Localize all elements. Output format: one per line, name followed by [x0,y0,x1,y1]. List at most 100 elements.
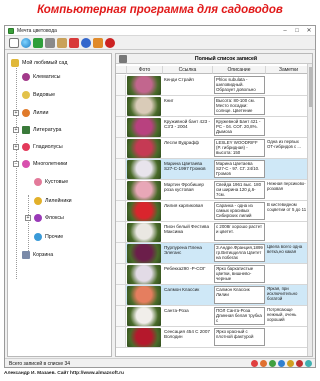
calendar-icon[interactable] [69,38,79,48]
row-selector[interactable] [116,222,126,242]
expand-lilies[interactable]: + [13,110,19,116]
row-selector[interactable] [116,75,126,95]
panel-header: Полный список записей [116,54,312,64]
close-window-button[interactable]: ✕ [306,27,312,35]
record-note: В кистевидном соцветии от 5 до 11 [267,202,307,212]
record-description: LESLEY WOODRIFF (P. гибридная) - высота:… [214,139,265,157]
tree-root[interactable]: Мой любимый сад [11,58,67,67]
row-selector[interactable] [116,117,126,137]
last-record-icon[interactable] [278,360,285,367]
flower-photo[interactable] [127,307,161,326]
table-row[interactable]: Лилия карликовая Саранка - одна из самых … [116,201,312,222]
column-header-notes[interactable]: Заметки [266,66,312,74]
tree-item-trash[interactable]: Корзина [22,250,53,259]
flower-photo[interactable] [127,118,161,137]
flower-photo[interactable] [127,286,161,305]
record-link[interactable]: Кенди Страйп [164,77,212,95]
expand-gladiolus[interactable]: + [13,144,19,150]
tools-icon[interactable] [57,38,67,48]
record-link[interactable]: Пион белый Фестива Максима [164,224,212,242]
row-selector[interactable] [116,138,126,158]
tree-item-lilies[interactable]: Лилии [22,108,48,117]
tree-item-gladiolus[interactable]: Гладиолусы [22,142,63,151]
record-link[interactable]: Книг [164,98,212,116]
record-link[interactable]: Санта-Роза [164,308,212,326]
tree-item-species[interactable]: Видовые [22,90,55,99]
row-selector[interactable] [116,243,126,263]
delete-record-icon[interactable] [296,360,303,367]
table-row[interactable]: Сенсация 454 С 2007 Володин Ярко красный … [116,327,312,348]
flower-photo[interactable] [127,139,161,158]
table-row[interactable]: Санта-Роза ПОЛ Санта-Роза Длинная белая т… [116,306,312,327]
flower-photo[interactable] [127,223,161,242]
row-selector[interactable] [116,327,126,347]
info-icon[interactable] [81,38,91,48]
first-record-icon[interactable] [251,360,258,367]
globe-icon[interactable] [21,38,31,48]
table-row[interactable]: Круживной бант 423 - С3'3 - 2004 Кружевно… [116,117,312,138]
flower-photo[interactable] [127,181,161,200]
record-link[interactable]: Лилия карликовая [164,203,212,221]
row-selector[interactable] [116,180,126,200]
record-link[interactable]: Круживной бант 423 - С3'3 - 2004 [164,119,212,137]
row-selector[interactable] [116,201,126,221]
tree-item-other[interactable]: Прочие [34,232,63,241]
tree-item-shrubs[interactable]: Кустовые [34,177,68,186]
record-note [267,76,307,94]
record-link[interactable]: Лесли Вудрафф [164,140,212,158]
table-row[interactable]: Книг Высота: 80-100 см. Место посадки: со… [116,96,312,117]
table-row[interactable]: Лесли Вудрафф LESLEY WOODRIFF (P. гибридн… [116,138,312,159]
record-description: Свейда 1961 выс. 180 см ширина 120 д.6-7… [214,181,265,199]
scrollbar-thumb[interactable] [309,67,312,107]
close-icon[interactable] [105,38,115,48]
record-link[interactable]: Мартин Фробишер роза кустовая [164,182,212,200]
column-header-description[interactable]: Описание [213,66,266,74]
row-selector[interactable] [116,306,126,326]
expand-phlox[interactable]: + [25,215,31,221]
maximize-button[interactable]: □ [294,27,300,35]
flower-photo[interactable] [127,76,161,95]
prev-record-icon[interactable] [260,360,267,367]
row-selector[interactable] [116,285,126,305]
row-selector[interactable] [116,159,126,179]
record-note: Яркая, при исключительно богатой [267,286,298,301]
record-link[interactable]: Пурпурена Плена Элеганс [164,245,212,263]
tree-item-daylilies[interactable]: Лилейники [34,196,72,205]
table-row[interactable]: Салмон Классик Салмон Классик Лилии Яркая,… [116,285,312,306]
flower-photo[interactable] [127,97,161,116]
record-link[interactable]: Салмон Классик [164,287,212,305]
edit-record-icon[interactable] [305,360,312,367]
tree-item-phlox[interactable]: Флоксы [34,213,64,222]
record-link[interactable]: Ребекка290 -Р-СОГ [164,266,212,284]
table-row[interactable]: Пурпурена Плена Элеганс З.Андре.Франция,1… [116,243,312,264]
photo-icon[interactable] [93,38,103,48]
add-record-icon[interactable] [287,360,294,367]
new-icon[interactable] [9,38,19,48]
print-icon[interactable] [45,38,55,48]
table-row[interactable]: Ребекка290 -Р-СОГ Ярко бархатистые цветки… [116,264,312,285]
flower-photo[interactable] [127,244,161,263]
column-header-link[interactable]: Ссылка [163,66,213,74]
flower-photo[interactable] [127,202,161,221]
row-selector[interactable] [116,96,126,116]
next-record-icon[interactable] [269,360,276,367]
expand-literature[interactable]: + [13,127,19,133]
table-row[interactable]: Кенди Страйп Phlox subulata - шиловидный.… [116,75,312,96]
column-header-photo[interactable]: Фото [127,66,163,74]
table-row[interactable]: Марина Цветаева S27-С-1997 Громов Марина … [116,159,312,180]
tree-item-literature[interactable]: Литература [22,125,62,134]
record-link[interactable]: Марина Цветаева S27-С-1997 Громов [164,161,212,179]
table-row[interactable]: Пион белый Фестива Максима с 2008г хорошо… [116,222,312,243]
row-selector[interactable] [116,264,126,284]
book-icon[interactable] [33,38,43,48]
vertical-scrollbar[interactable] [307,64,312,356]
flower-photo[interactable] [127,265,161,284]
tree-item-clematis[interactable]: Клематисы [22,72,60,81]
record-link[interactable]: Сенсация 454 С 2007 Володин [164,329,212,347]
tree-item-perennials[interactable]: Многолетники [22,159,67,168]
flower-photo[interactable] [127,328,161,347]
collapse-perennials[interactable]: − [13,161,19,167]
minimize-button[interactable]: – [282,27,288,35]
table-row[interactable]: Мартин Фробишер роза кустовая Свейда 1961… [116,180,312,201]
flower-photo[interactable] [127,160,161,179]
